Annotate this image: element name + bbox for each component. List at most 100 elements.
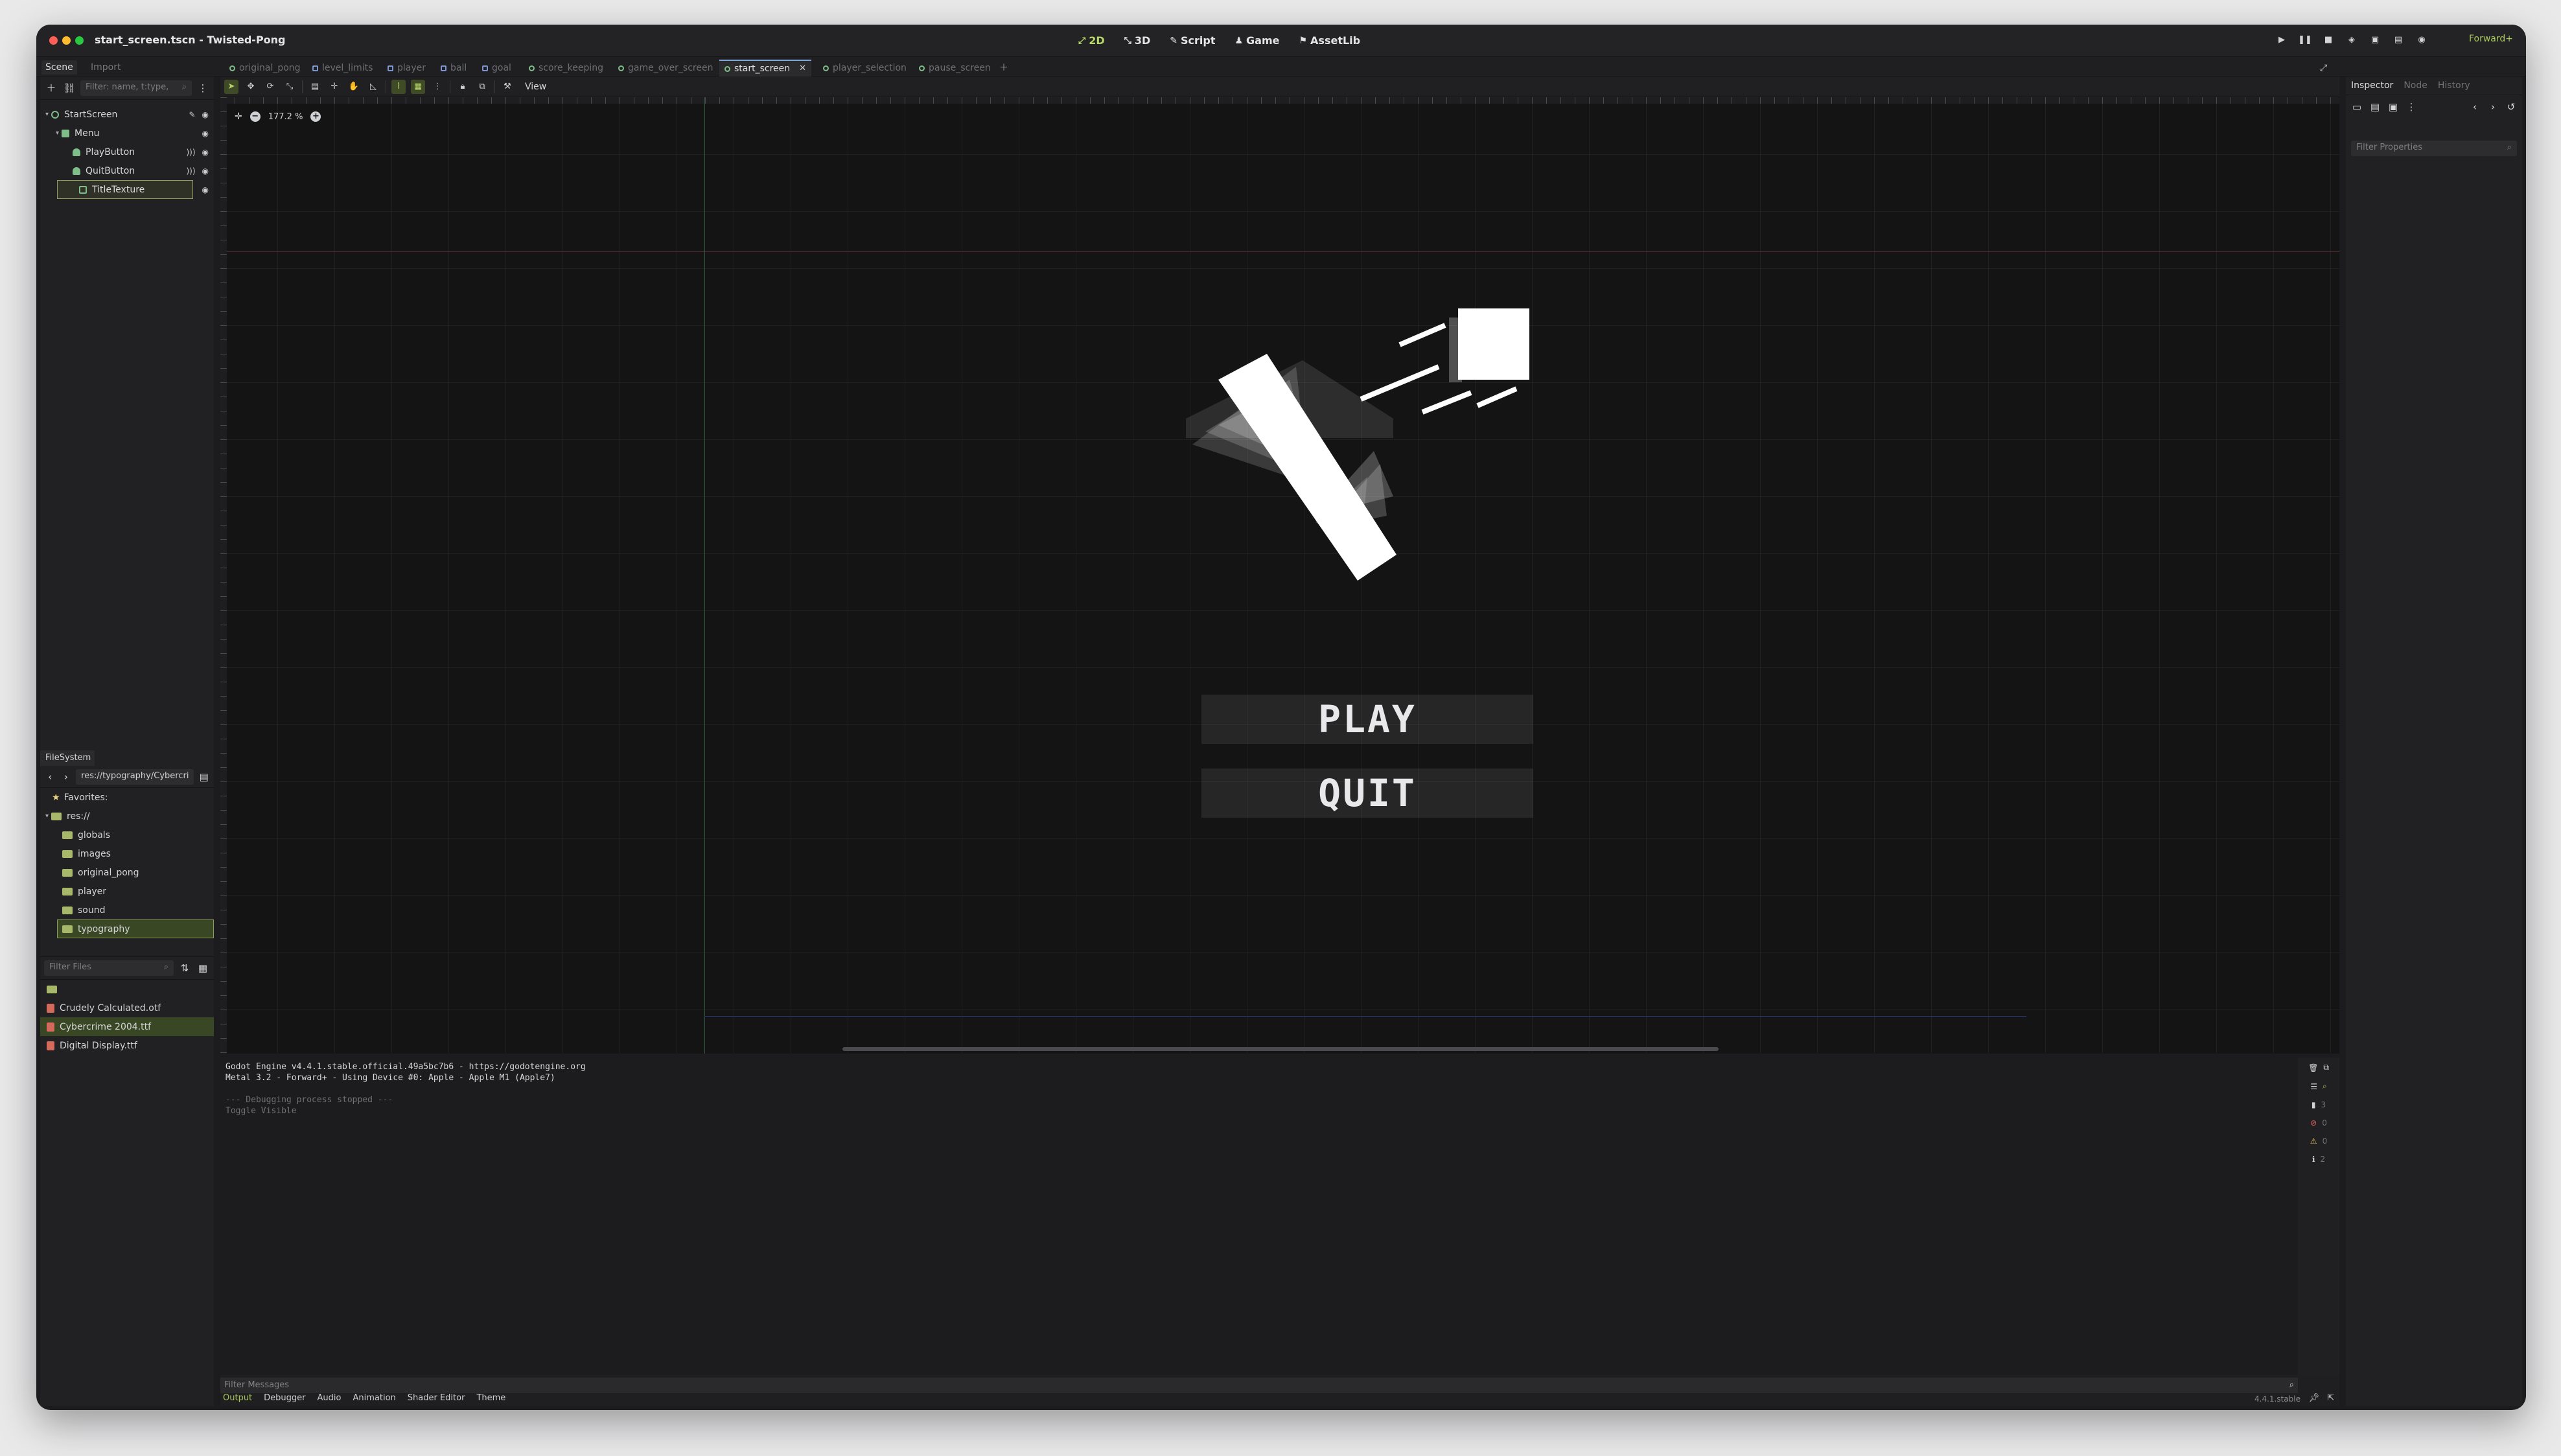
- copy-output-icon[interactable]: ⧉: [2323, 1063, 2329, 1072]
- renderer-select[interactable]: Forward+: [2469, 34, 2513, 44]
- visibility-icon[interactable]: ◉: [202, 167, 209, 176]
- play-scene-icon[interactable]: ▣: [2368, 32, 2382, 47]
- editor-tab[interactable]: pause_screen: [914, 60, 996, 76]
- editor-tab-active[interactable]: start_screen ✕: [719, 60, 812, 77]
- pan-mode-icon[interactable]: ✋: [347, 80, 361, 94]
- signal-icon[interactable]: ))): [186, 148, 195, 157]
- zoom-in-icon[interactable]: +: [310, 111, 321, 122]
- play-custom-scene-icon[interactable]: ▤: [2391, 32, 2405, 47]
- tab-scene-dock[interactable]: Scene: [41, 60, 77, 75]
- zoom-level[interactable]: 177.2 %: [268, 112, 303, 122]
- more-icon[interactable]: ⋮: [2404, 100, 2418, 114]
- tree-node-startscreen[interactable]: ▾ StartScreen ✎ ◉: [40, 105, 214, 124]
- close-window-button[interactable]: [49, 36, 58, 45]
- history-back-icon[interactable]: ‹: [2468, 100, 2482, 114]
- collapse-arrow-icon[interactable]: ▾: [45, 111, 49, 118]
- forward-icon[interactable]: ›: [60, 770, 73, 784]
- file-filter-input[interactable]: Filter Files ⌕: [44, 960, 174, 976]
- tree-node-menu[interactable]: ▾ Menu ◉: [40, 124, 214, 143]
- filter-properties-input[interactable]: Filter Properties ⌕: [2351, 141, 2517, 156]
- zoom-window-button[interactable]: [75, 36, 84, 45]
- new-tab-button[interactable]: ＋: [994, 60, 1014, 76]
- script-attached-icon[interactable]: ✎: [189, 110, 195, 119]
- editor-tab[interactable]: original_pong: [224, 60, 306, 76]
- editor-tab[interactable]: ball: [435, 60, 472, 76]
- messages-toggle[interactable]: ▮ 3: [2312, 1100, 2326, 1109]
- mode-assetlib-button[interactable]: ⚑ AssetLib: [1295, 32, 1364, 49]
- file-row-selected[interactable]: Cybercrime 2004.ttf: [40, 1017, 214, 1036]
- grid-view-icon[interactable]: ▦: [196, 961, 210, 975]
- path-field[interactable]: res://typography/Cybercri: [76, 768, 194, 785]
- lock-icon[interactable]: 🔒︎: [456, 80, 470, 94]
- minimize-window-button[interactable]: [62, 36, 71, 45]
- folder-row[interactable]: globals: [40, 826, 214, 844]
- folder-row[interactable]: player: [40, 882, 214, 901]
- horizontal-scrollbar[interactable]: [842, 1047, 1719, 1051]
- snap-options-icon[interactable]: ⋮: [430, 80, 445, 94]
- tab-output[interactable]: Output: [223, 1393, 252, 1406]
- back-icon[interactable]: ‹: [44, 770, 56, 784]
- mode-3d-button[interactable]: ⤡ 3D: [1120, 32, 1155, 49]
- editor-tab[interactable]: level_limits: [307, 60, 378, 76]
- stop-icon[interactable]: ■: [2321, 32, 2335, 47]
- filter-messages-input[interactable]: Filter Messages ⌕: [220, 1378, 2298, 1393]
- tab-animation[interactable]: Animation: [353, 1393, 395, 1406]
- history-forward-icon[interactable]: ›: [2486, 100, 2500, 114]
- parent-folder-row[interactable]: [40, 980, 214, 999]
- mode-script-button[interactable]: ✎ Script: [1166, 32, 1219, 49]
- zoom-out-icon[interactable]: −: [249, 111, 261, 122]
- pin-icon[interactable]: 📌︎: [2309, 1393, 2320, 1403]
- view-menu-button[interactable]: View: [520, 82, 551, 92]
- collapse-arrow-icon[interactable]: ▾: [56, 130, 59, 137]
- editor-messages-toggle[interactable]: ℹ2: [2312, 1155, 2325, 1164]
- editor-tab[interactable]: player_selection: [818, 60, 912, 76]
- tab-history[interactable]: History: [2438, 80, 2470, 91]
- list-select-icon[interactable]: ▤: [308, 80, 322, 94]
- mode-game-button[interactable]: ♟ Game: [1231, 32, 1283, 49]
- center-view-icon[interactable]: ✛: [235, 111, 242, 122]
- visibility-icon[interactable]: ◉: [202, 129, 209, 138]
- pause-icon[interactable]: ❚❚: [2298, 32, 2312, 47]
- tab-inspector[interactable]: Inspector: [2351, 80, 2393, 91]
- toggle-search-icon[interactable]: ☰: [2310, 1082, 2317, 1091]
- folder-row[interactable]: sound: [40, 901, 214, 919]
- quit-button[interactable]: QUIT: [1201, 768, 1533, 818]
- folder-row[interactable]: original_pong: [40, 863, 214, 882]
- group-icon[interactable]: ⧉: [475, 80, 489, 94]
- search-icon[interactable]: ⌕: [2323, 1081, 2327, 1091]
- tab-import-dock[interactable]: Import: [87, 60, 124, 75]
- folder-row-selected[interactable]: typography: [57, 919, 214, 938]
- tab-audio[interactable]: Audio: [318, 1393, 342, 1406]
- grid-snap-icon[interactable]: ▦: [411, 79, 425, 94]
- split-view-icon[interactable]: ▤: [198, 770, 210, 784]
- file-row[interactable]: Crudely Calculated.otf: [40, 999, 214, 1017]
- link-icon[interactable]: ⛓: [62, 81, 76, 95]
- clear-output-icon[interactable]: 🗑︎: [2308, 1063, 2318, 1072]
- title-texture-logo[interactable]: [1166, 302, 1581, 607]
- more-icon[interactable]: ⋮: [196, 81, 210, 95]
- mode-2d-button[interactable]: ⤢ 2D: [1074, 32, 1109, 49]
- scale-mode-icon[interactable]: ⤡: [283, 80, 297, 94]
- bone-icon[interactable]: ⚒: [500, 80, 515, 94]
- close-tab-icon[interactable]: ✕: [799, 60, 806, 77]
- new-resource-icon[interactable]: ▭: [2350, 100, 2364, 114]
- tab-theme[interactable]: Theme: [476, 1393, 505, 1406]
- history-icon[interactable]: ↺: [2504, 100, 2518, 114]
- select-mode-icon[interactable]: ➤: [224, 79, 238, 94]
- sort-icon[interactable]: ⇅: [178, 961, 192, 975]
- movie-maker-icon[interactable]: ◉: [2415, 32, 2429, 47]
- signal-icon[interactable]: ))): [186, 167, 195, 176]
- editor-tab[interactable]: goal: [477, 60, 516, 76]
- expand-panel-icon[interactable]: ⇱: [2327, 1393, 2334, 1403]
- editor-tab[interactable]: score_keeping: [524, 60, 608, 76]
- tab-node[interactable]: Node: [2404, 80, 2428, 91]
- visibility-icon[interactable]: ◉: [202, 110, 209, 119]
- tree-node-playbutton[interactable]: PlayButton ))) ◉: [40, 143, 214, 161]
- save-resource-icon[interactable]: ▣: [2386, 100, 2400, 114]
- visibility-icon[interactable]: ◉: [202, 148, 209, 157]
- smart-snap-icon[interactable]: ⌇: [391, 79, 406, 94]
- move-mode-icon[interactable]: ✥: [244, 80, 258, 94]
- tab-debugger[interactable]: Debugger: [264, 1393, 305, 1406]
- ruler-mode-icon[interactable]: ◺: [366, 80, 380, 94]
- tree-node-quitbutton[interactable]: QuitButton ))) ◉: [40, 161, 214, 180]
